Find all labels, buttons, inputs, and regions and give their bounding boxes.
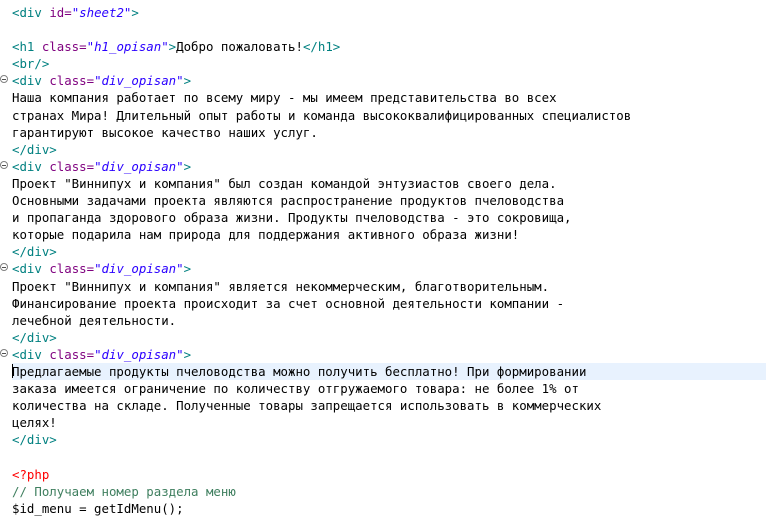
code-token-tag: > (131, 5, 139, 20)
code-token-val: "div_opisan" (94, 346, 184, 362)
code-token-attr: class= (49, 261, 95, 277)
code-token-tag: <div (12, 346, 50, 362)
code-line[interactable]: Основными задачами проекта являются расп… (12, 192, 766, 209)
code-token-attr: class= (49, 73, 95, 89)
code-token-plain: целях! (12, 415, 57, 431)
code-line[interactable]: заказа имеется ограничение по количеству… (12, 380, 766, 397)
code-line[interactable]: <div id="sheet2"> (12, 4, 766, 21)
code-area[interactable]: <div id="sheet2"> <h1 class="h1_opisan">… (0, 4, 766, 516)
code-token-plain: Предлагаемые продукты пчеловодства можно… (12, 363, 587, 379)
fold-toggle-icon[interactable] (0, 160, 8, 169)
code-token-tag: <div (12, 5, 50, 20)
code-line[interactable]: <?php (12, 466, 766, 483)
fold-toggle-icon[interactable] (0, 348, 8, 357)
code-token-plain: заказа имеется ограничение по количеству… (12, 381, 579, 397)
code-token-val: "h1_opisan" (86, 39, 169, 55)
code-line[interactable]: Наша компания работает по всему миру - м… (12, 89, 766, 106)
code-token-plain: Финансирование проекта происходит за сче… (12, 295, 565, 311)
code-token-tag: </div> (12, 432, 57, 448)
code-line[interactable]: Финансирование проекта происходит за сче… (12, 295, 766, 312)
code-line[interactable]: которые подарила нам природа для поддерж… (12, 226, 766, 243)
code-token-plain: которые подарила нам природа для поддерж… (12, 227, 520, 243)
code-line[interactable]: <br/> (12, 55, 766, 72)
code-token-val: "div_opisan" (94, 261, 184, 277)
code-token-plain: Добро пожаловать! (176, 39, 303, 55)
code-token-tag: </div> (12, 141, 57, 157)
code-token-plain: и пропаганда здорового образа жизни. Про… (12, 210, 572, 226)
code-token-comment: // Получаем номер раздела меню (12, 483, 236, 499)
code-token-val: "div_opisan" (94, 73, 184, 89)
code-token-tag: > (183, 158, 192, 174)
code-line[interactable]: целях! (12, 414, 766, 431)
code-token-tag: </div> (12, 244, 57, 260)
code-token-plain: $id_menu = getIdMenu(); (12, 500, 184, 516)
code-line[interactable]: и пропаганда здорового образа жизни. Про… (12, 209, 766, 226)
code-token-tag: <div (12, 158, 50, 174)
code-editor[interactable]: <div id="sheet2"> <h1 class="h1_opisan">… (0, 0, 766, 516)
code-token-plain: Наша компания работает по всему миру - м… (12, 90, 557, 106)
code-token-attr: class= (49, 158, 95, 174)
code-line[interactable] (12, 21, 766, 38)
code-token-val: "div_opisan" (94, 158, 184, 174)
code-token-tag: <h1 (12, 39, 42, 55)
code-line[interactable]: <h1 class="h1_opisan">Добро пожаловать!<… (12, 38, 766, 55)
code-token-tag: </div> (12, 329, 57, 345)
code-token-tag: <div (12, 261, 50, 277)
code-token-attr: class= (41, 39, 87, 55)
code-token-plain: лечебной деятельности. (12, 312, 177, 328)
code-token-tag: > (183, 346, 192, 362)
code-line[interactable]: </div> (12, 141, 766, 158)
code-token-attr: id= (49, 5, 72, 20)
code-line[interactable]: </div> (12, 431, 766, 448)
code-line[interactable]: </div> (12, 243, 766, 260)
code-line[interactable]: гарантируют высокое качество наших услуг… (12, 124, 766, 141)
code-token-tag: > (183, 261, 192, 277)
code-token-tag: </h1> (302, 39, 341, 55)
code-line[interactable]: Проект "Виннипух и компания" является не… (12, 278, 766, 295)
code-token-plain: Проект "Виннипух и компания" был создан … (12, 175, 557, 191)
code-token-plain: гарантируют высокое качество наших услуг… (12, 124, 318, 140)
code-token-plain: Проект "Виннипух и компания" является не… (12, 278, 550, 294)
code-line[interactable]: количества на складе. Полученные товары … (12, 397, 766, 414)
code-line[interactable]: <div class="div_opisan"> (0, 346, 766, 363)
code-line[interactable]: <div class="div_opisan"> (0, 72, 766, 89)
code-line[interactable]: </div> (12, 329, 766, 346)
code-line[interactable]: $id_menu = getIdMenu(); (12, 500, 766, 516)
code-line[interactable]: странах Мира! Длительный опыт работы и к… (12, 107, 766, 124)
code-token-plain: странах Мира! Длительный опыт работы и к… (12, 107, 632, 123)
code-line[interactable]: <div class="div_opisan"> (0, 158, 766, 175)
code-token-php: <?php (12, 466, 50, 482)
code-line-current[interactable]: Предлагаемые продукты пчеловодства можно… (12, 362, 766, 381)
code-token-tag: <br/> (12, 56, 50, 72)
code-token-plain: количества на складе. Полученные товары … (12, 398, 602, 414)
code-token-attr: class= (49, 346, 95, 362)
code-line[interactable]: // Получаем номер раздела меню (12, 483, 766, 500)
code-line[interactable]: Проект "Виннипух и компания" был создан … (12, 175, 766, 192)
code-token-tag: <div (12, 73, 50, 89)
code-token-plain: Основными задачами проекта являются расп… (12, 193, 565, 209)
code-token-tag: > (183, 73, 192, 89)
code-line[interactable] (12, 448, 766, 465)
code-line[interactable]: <div class="div_opisan"> (0, 260, 766, 277)
code-line[interactable]: лечебной деятельности. (12, 312, 766, 329)
code-token-val: "sheet2" (71, 5, 132, 20)
